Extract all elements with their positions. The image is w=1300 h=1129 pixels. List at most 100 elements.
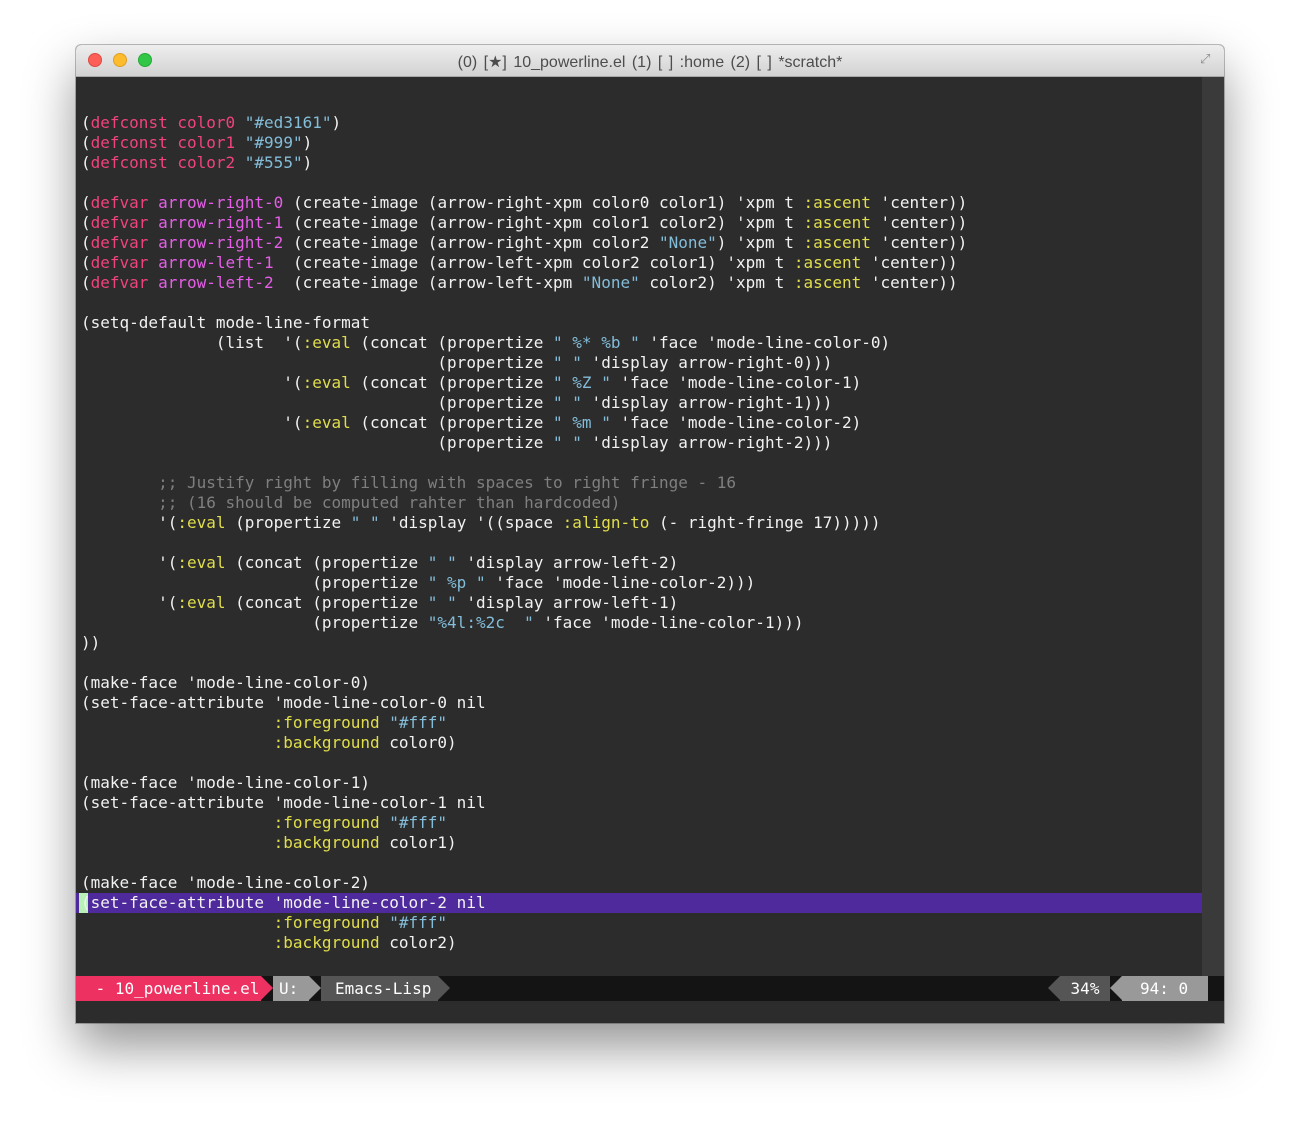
code-token: :eval bbox=[177, 513, 226, 532]
code-token: color0 bbox=[177, 113, 236, 132]
code-line[interactable]: (defvar arrow-right-2 (create-image (arr… bbox=[81, 233, 967, 253]
code-line[interactable]: (propertize " " 'display arrow-right-0))… bbox=[81, 353, 832, 373]
code-token: )) bbox=[81, 633, 101, 652]
modeline-major-mode[interactable]: Emacs-Lisp bbox=[321, 976, 438, 1001]
code-token: " " bbox=[553, 433, 582, 452]
code-line[interactable]: (make-face 'mode-line-color-0) bbox=[81, 673, 370, 693]
code-token: (list '( bbox=[81, 333, 303, 352]
code-token: ) bbox=[302, 133, 313, 152]
code-token: defconst bbox=[90, 113, 168, 132]
code-token: (create-image (arrow-right-xpm color1 co… bbox=[283, 213, 804, 232]
code-line[interactable]: '(:eval (propertize " " 'display '((spac… bbox=[81, 513, 881, 533]
code-token: 'display arrow-left-1) bbox=[456, 593, 679, 612]
code-line[interactable]: (defvar arrow-right-1 (create-image (arr… bbox=[81, 213, 967, 233]
code-line[interactable]: '(:eval (concat (propertize " " 'display… bbox=[81, 593, 678, 613]
modeline-arrow-left-2 bbox=[1048, 976, 1060, 1000]
modeline-arrow-right-0 bbox=[261, 976, 273, 1000]
code-token: (propertize bbox=[81, 433, 554, 452]
code-token: ( bbox=[81, 133, 91, 152]
code-line[interactable]: (make-face 'mode-line-color-2) bbox=[81, 873, 370, 893]
code-token: defvar bbox=[90, 193, 149, 212]
code-line[interactable]: (set-face-attribute 'mode-line-color-1 n… bbox=[81, 793, 486, 813]
code-line[interactable]: (set-face-attribute 'mode-line-color-0 n… bbox=[81, 693, 486, 713]
code-line[interactable]: (defvar arrow-left-1 (create-image (arro… bbox=[81, 253, 958, 273]
code-line[interactable]: (defvar arrow-left-2 (create-image (arro… bbox=[81, 273, 958, 293]
code-line[interactable]: (set-face-attribute 'mode-line-color-2 n… bbox=[81, 893, 486, 913]
mode-line[interactable]: - 10_powerline.el U: Emacs-Lisp 34% 94: … bbox=[76, 976, 1224, 1001]
code-token: :align-to bbox=[562, 513, 650, 532]
code-token: (concat (propertize bbox=[350, 333, 554, 352]
code-line[interactable]: :foreground "#fff" bbox=[81, 813, 447, 833]
code-token: ) bbox=[302, 153, 313, 172]
modeline-line-column: 94: 0 bbox=[1122, 976, 1208, 1001]
code-token: 'face 'mode-line-color-1) bbox=[610, 373, 862, 392]
code-token: 'display arrow-left-2) bbox=[456, 553, 679, 572]
code-token: ( bbox=[81, 113, 91, 132]
title-bar[interactable]: (0) [★] 10_powerline.el (1) [ ] :home (2… bbox=[76, 45, 1224, 77]
code-token: 'center)) bbox=[861, 273, 958, 292]
code-line[interactable]: :background color1) bbox=[81, 833, 457, 853]
code-line[interactable]: :background color0) bbox=[81, 733, 457, 753]
code-token: "#fff" bbox=[389, 813, 448, 832]
code-line[interactable]: ;; Justify right by filling with spaces … bbox=[81, 473, 736, 493]
code-line[interactable]: (defconst color1 "#999") bbox=[81, 133, 312, 153]
editor-buffer[interactable]: (defconst color0 "#ed3161") (defconst col… bbox=[76, 77, 1202, 976]
modeline-arrow-left-1 bbox=[1110, 976, 1122, 1000]
code-token: arrow-right-0 bbox=[158, 193, 284, 212]
code-token: "#fff" bbox=[389, 713, 448, 732]
code-line[interactable]: (defconst color0 "#ed3161") bbox=[81, 113, 341, 133]
code-line[interactable]: '(:eval (concat (propertize " " 'display… bbox=[81, 553, 678, 573]
code-token: arrow-right-1 bbox=[158, 213, 284, 232]
code-token: :eval bbox=[302, 333, 351, 352]
code-token: (propertize bbox=[81, 613, 428, 632]
code-token: " " bbox=[427, 593, 457, 612]
code-token: color2 bbox=[177, 153, 236, 172]
code-token: defconst bbox=[90, 133, 168, 152]
echo-area[interactable] bbox=[76, 1001, 1224, 1023]
modeline-buffer-name[interactable]: - 10_powerline.el bbox=[76, 976, 261, 1001]
code-line[interactable]: (defconst color2 "#555") bbox=[81, 153, 312, 173]
code-line[interactable]: :background color2) bbox=[81, 933, 457, 953]
code-token: arrow-right-2 bbox=[158, 233, 284, 252]
code-token: (- right-fringe 17))))) bbox=[649, 513, 881, 532]
code-line[interactable]: (list '(:eval (concat (propertize " %* %… bbox=[81, 333, 890, 353]
code-line[interactable]: ;; (16 should be computed rahter than ha… bbox=[81, 493, 620, 513]
code-token: (propertize bbox=[81, 393, 554, 412]
code-line[interactable]: '(:eval (concat (propertize " %Z " 'face… bbox=[81, 373, 861, 393]
code-token: :background bbox=[273, 733, 380, 752]
code-token: :eval bbox=[302, 373, 351, 392]
code-token: " %m " bbox=[553, 413, 611, 432]
code-line[interactable]: (defvar arrow-right-0 (create-image (arr… bbox=[81, 193, 967, 213]
code-line[interactable]: :foreground "#fff" bbox=[81, 713, 447, 733]
code-token: :foreground bbox=[273, 713, 380, 732]
code-line[interactable]: (propertize " " 'display arrow-right-1))… bbox=[81, 393, 832, 413]
code-token: color0) bbox=[379, 733, 457, 752]
code-token: "#fff" bbox=[389, 913, 448, 932]
code-token: 'face 'mode-line-color-0) bbox=[639, 333, 891, 352]
code-token: ) 'xpm t bbox=[716, 233, 804, 252]
fullscreen-arrows-icon[interactable]: ⤢ bbox=[1200, 53, 1214, 67]
code-token: (concat (propertize bbox=[225, 553, 428, 572]
code-line[interactable]: (setq-default mode-line-format bbox=[81, 313, 370, 333]
code-token: 'face 'mode-line-color-2))) bbox=[485, 573, 756, 592]
code-line[interactable]: (propertize "%4l:%2c " 'face 'mode-line-… bbox=[81, 613, 803, 633]
modeline-buffer-state: U: bbox=[273, 976, 309, 1001]
code-token: :background bbox=[273, 933, 380, 952]
code-line[interactable]: :foreground "#fff" bbox=[81, 913, 447, 933]
code-token: :ascent bbox=[803, 193, 871, 212]
code-line[interactable]: '(:eval (concat (propertize " %m " 'face… bbox=[81, 413, 861, 433]
code-line[interactable]: (make-face 'mode-line-color-1) bbox=[81, 773, 370, 793]
code-token: '( bbox=[81, 373, 303, 392]
code-line[interactable]: (propertize " " 'display arrow-right-2))… bbox=[81, 433, 832, 453]
code-line[interactable]: )) bbox=[81, 633, 100, 653]
code-line[interactable]: (propertize " %p " 'face 'mode-line-colo… bbox=[81, 573, 755, 593]
